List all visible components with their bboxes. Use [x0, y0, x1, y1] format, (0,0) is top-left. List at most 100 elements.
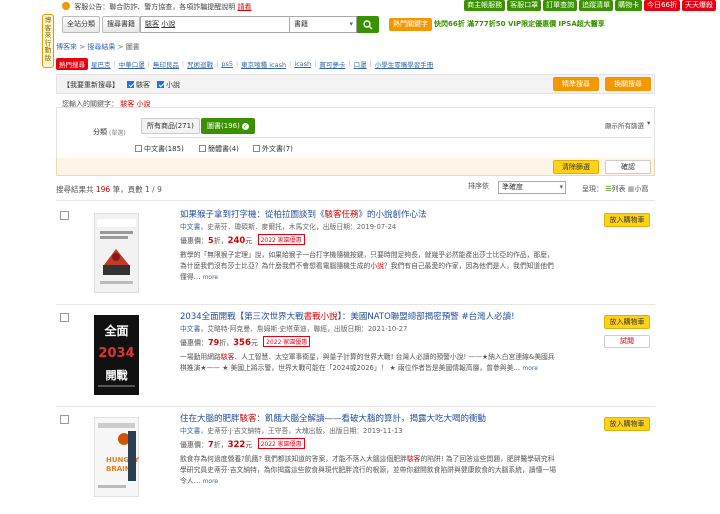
list-item: 全面 2034 開戰 2034全面開戰【第三次世界大戰書戰小說】：美國NATO聯…	[56, 310, 655, 406]
hot-keyword-link[interactable]: ps5	[221, 60, 233, 68]
top-link-1[interactable]: 客服口罩	[507, 0, 542, 11]
item-checkbox[interactable]	[60, 415, 69, 424]
book-cover-image[interactable]: 全面 2034 開戰	[94, 315, 139, 395]
checkbox-icon	[135, 145, 142, 152]
results-summary: 搜尋結果共 196 筆，頁數 1 / 9	[56, 185, 162, 194]
item-price: 優惠價：7折，322元 2022 家園優惠	[180, 438, 305, 450]
top-link-6[interactable]: 天天爆殺	[682, 0, 716, 11]
separator: |	[216, 60, 219, 68]
separator: |	[235, 60, 239, 68]
book-cover-image[interactable]: HUNGRY BRAIN	[94, 417, 139, 497]
breadcrumb-search[interactable]: 搜尋結果	[87, 43, 115, 51]
show-all-filters[interactable]: 顯示所有篩選	[605, 120, 644, 130]
more-link[interactable]: more	[203, 478, 219, 485]
sort-label: 排序依	[468, 182, 489, 190]
hot-keyword-link[interactable]: 東京喰種 icash	[241, 59, 286, 69]
hot-keyword-link[interactable]: 小學生零嘴學習手冊	[375, 59, 434, 69]
item-checkbox[interactable]	[60, 313, 69, 322]
item-publisher[interactable]: 王守吾，大塊出版	[268, 427, 322, 435]
item-publisher[interactable]: 聯經	[313, 325, 327, 333]
item-meta: 中文書，史蒂芬．瓊碩斯．麥爾托，木馬文化，出版日期：2019-07-24	[180, 223, 397, 231]
filter-foreign[interactable]: 外文書(7)	[253, 144, 293, 154]
category-filter: 分類 (單選) 所有商品(271) 圖書(196) ✓ 顯示所有篩選 ▾ 中文書(…	[56, 107, 655, 159]
top-links: 商主帳服務 客服口罩 訂單查詢 追蹤清單 購物卡 今日66折 天天爆殺	[464, 0, 716, 11]
promo-badge[interactable]: 2022 家園優惠	[257, 234, 305, 245]
top-link-4[interactable]: 購物卡	[615, 0, 643, 11]
more-link[interactable]: more	[203, 274, 219, 281]
item-price: 優惠價：79折，356元 2022 家園優惠	[180, 336, 311, 348]
separator: |	[369, 60, 372, 68]
breadcrumb-current: 圖書	[125, 43, 140, 51]
check-icon: ✓	[241, 123, 249, 130]
checkbox-icon	[253, 145, 260, 152]
hot-keyword-link[interactable]: 中華口罩	[119, 59, 145, 69]
promo-badge[interactable]: 2022 家園優惠	[257, 438, 305, 449]
promo-banner[interactable]: 快閃66折 滿777折50 VIP限定優惠價 IPSA超大醫享	[434, 19, 605, 29]
top-link-0[interactable]: 商主帳服務	[464, 0, 506, 11]
svg-text:開戰: 開戰	[106, 368, 128, 382]
more-link[interactable]: more	[522, 365, 538, 372]
filter-chinese[interactable]: 中文書(185)	[135, 144, 184, 154]
notice-link[interactable]: 請看	[237, 3, 251, 11]
top-link-2[interactable]: 訂單查詢	[543, 0, 578, 11]
hot-keywords-button[interactable]: 熱門關鍵字	[389, 18, 432, 31]
filter-simplified[interactable]: 簡體書(4)	[199, 144, 239, 154]
hot-keyword-link[interactable]: 口罩	[354, 59, 367, 69]
hot-keyword-link[interactable]: 無印良品	[153, 59, 179, 69]
search-scope-select[interactable]: 書籍	[290, 16, 357, 33]
top-link-3[interactable]: 追蹤清單	[579, 0, 614, 11]
item-title[interactable]: 住在大腦的肥胖駭客：飢餓大腦全解讀——看破大腦的算計，揭露大吃大喝的衝動	[180, 412, 486, 424]
hot-keyword-link[interactable]: 星巴克	[91, 59, 111, 69]
item-description: 飲食存為何過度營養?飢餓? 我們都該知道的答案，才能不落入大腦這個肥胖駭客的陷阱…	[180, 455, 556, 485]
hot-search-tag: 熱門搜尋	[56, 58, 88, 70]
add-to-cart-button[interactable]: 放入購物車	[604, 417, 650, 431]
megaphone-icon	[62, 2, 70, 10]
separator: |	[289, 60, 292, 68]
item-title[interactable]: 2034全面開戰【第三次世界大戰書戰小說】：美國NATO聯盟總部揭密預警 #台灣…	[180, 310, 515, 322]
chevron-down-icon[interactable]: ▾	[647, 119, 650, 127]
hot-search-row: 熱門搜尋 星巴克 | 中華口罩 | 無印良品 | 咒術迴戰 | ps5 | 東京喰種 icash | i…	[56, 58, 433, 70]
search-books-button[interactable]: 搜尋書籍	[102, 16, 140, 33]
preview-button[interactable]: 試閱	[604, 335, 650, 348]
mobile-version-tab[interactable]: 博客來行動版	[42, 14, 54, 68]
list-view-option[interactable]: 列表	[612, 185, 626, 193]
checkbox-icon	[199, 145, 206, 152]
clear-filter-button[interactable]: 清除篩選	[553, 160, 599, 174]
chip-all-products[interactable]: 所有商品(271)	[141, 118, 200, 134]
item-author[interactable]: 艾略特·阿克曼、詹姆斯·史塔萊迪	[207, 325, 306, 333]
separator: |	[181, 60, 185, 68]
confirm-filter-button[interactable]: 確認	[605, 160, 651, 174]
refine-option-2[interactable]: 小說	[157, 80, 180, 90]
book-cover-image[interactable]	[94, 213, 139, 293]
category-button[interactable]: 全站分類	[62, 16, 100, 33]
hot-keyword-link[interactable]: icash	[294, 60, 311, 68]
hot-keyword-link[interactable]: 寶可夢卡	[319, 59, 345, 69]
view-switch: 呈現： ☰列表 ▦小窩	[582, 185, 649, 193]
item-description: 一場動用網路駭客、人工智慧、太空軍事衛星，與量子計算的世界大戰! 台灣人必讀的預…	[180, 353, 555, 372]
checkbox-checked-icon	[127, 81, 134, 88]
grid-view-option[interactable]: 小窩	[634, 185, 648, 193]
promo-badge[interactable]: 2022 家園優惠	[263, 336, 311, 347]
hot-keyword-link[interactable]: 咒術迴戰	[187, 59, 213, 69]
list-item: HUNGRY BRAIN 住在大腦的肥胖駭客：飢餓大腦全解讀——看破大腦的算計，…	[56, 412, 655, 512]
breadcrumb-home[interactable]: 博客來	[56, 43, 77, 51]
top-link-5[interactable]: 今日66折	[644, 0, 680, 11]
search-input[interactable]: 駭客 小說	[140, 16, 290, 33]
add-to-cart-button[interactable]: 放入購物車	[604, 213, 650, 227]
chip-books[interactable]: 圖書(196) ✓	[201, 118, 255, 134]
refine-option-1[interactable]: 駭客	[127, 80, 150, 90]
precise-search-button[interactable]: 精準搜尋	[553, 77, 599, 91]
item-description: 數學的「無限猴子定理」說，如果給猴子一台打字機隨機按鍵，只要時間足夠長，就幾乎必…	[180, 251, 554, 281]
separator: |	[113, 60, 116, 68]
search-button[interactable]	[357, 16, 379, 33]
item-publisher[interactable]: 木馬文化	[289, 223, 316, 231]
change-search-button[interactable]: 換關搜尋	[605, 77, 651, 91]
item-title[interactable]: 如果猴子拿到打字機：從柏拉圖談到《駭客任務》的小說創作心法	[180, 208, 427, 220]
add-to-cart-button[interactable]: 放入購物車	[604, 315, 650, 329]
item-checkbox[interactable]	[60, 211, 69, 220]
svg-text:全面: 全面	[103, 323, 128, 338]
item-author[interactable]: 史蒂芬·J·吉文納特	[207, 427, 261, 435]
sort-select[interactable]: 準確度	[498, 181, 566, 194]
item-author[interactable]: 史蒂芬．瓊碩斯．麥爾托	[207, 223, 282, 231]
svg-text:2034: 2034	[98, 346, 134, 361]
